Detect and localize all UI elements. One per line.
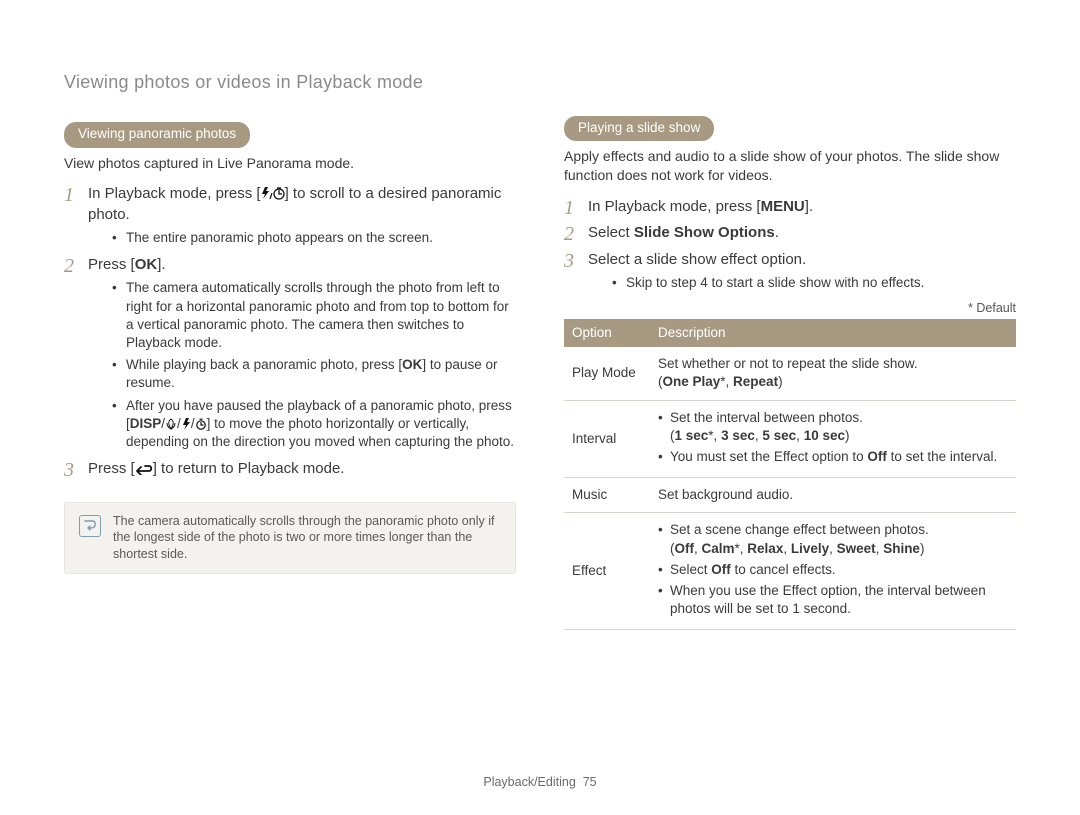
step-1: In Playback mode, press [MENU].	[564, 197, 1016, 217]
text: 1 sec	[675, 428, 709, 443]
text: Off	[675, 541, 695, 556]
step-1: In Playback mode, press [] to scroll to …	[64, 184, 516, 247]
text: Select Off to cancel effects.	[658, 561, 1008, 579]
text: (One Play*, Repeat)	[658, 374, 783, 389]
text: Lively	[791, 541, 829, 556]
text: Select	[670, 562, 711, 577]
footer-section: Playback/Editing	[483, 775, 575, 789]
text: While playing back a panoramic photo, pr…	[126, 357, 402, 372]
footer-page-num: 75	[583, 775, 597, 789]
table-row: Play Mode Set whether or not to repeat t…	[564, 347, 1016, 400]
th-description: Description	[650, 319, 1016, 347]
cell-option: Play Mode	[564, 347, 650, 400]
step-text: ].	[157, 256, 165, 273]
text: 3 sec	[721, 428, 755, 443]
text: to cancel effects.	[731, 562, 836, 577]
th-option: Option	[564, 319, 650, 347]
text: Off	[711, 562, 731, 577]
timer-icon	[195, 418, 207, 430]
text: When you use the Effect option, the inte…	[658, 582, 1008, 618]
text: Relax	[747, 541, 783, 556]
step-2: Select Slide Show Options.	[564, 223, 1016, 243]
substep: While playing back a panoramic photo, pr…	[112, 356, 516, 392]
step-text: In Playback mode, press [	[88, 185, 261, 202]
text: 5 sec	[762, 428, 796, 443]
text: Set a scene change effect between photos…	[658, 521, 1008, 557]
disp-button-label: DISP	[130, 416, 162, 431]
step-3: Select a slide show effect option. Skip …	[564, 250, 1016, 292]
table-row: Interval Set the interval between photos…	[564, 400, 1016, 478]
cell-option: Music	[564, 478, 650, 513]
flash-icon	[181, 418, 191, 430]
text: Set the interval between photos. (1 sec*…	[658, 409, 1008, 445]
step-2: Press [OK]. The camera automatically scr…	[64, 255, 516, 451]
cell-description: Set whether or not to repeat the slide s…	[650, 347, 1016, 400]
cell-option: Effect	[564, 513, 650, 630]
step-text: ].	[805, 198, 813, 215]
step-text: Press [	[88, 256, 135, 273]
default-tag: * Default	[564, 300, 1016, 317]
text: Calm	[702, 541, 735, 556]
page-footer: Playback/Editing 75	[0, 774, 1080, 791]
text: to set the interval.	[887, 449, 997, 464]
ok-button-label: OK	[402, 357, 422, 372]
substep: Skip to step 4 to start a slide show wit…	[612, 274, 1016, 292]
note-icon	[79, 515, 101, 537]
step-text: Press [	[88, 460, 135, 477]
cell-description: Set background audio.	[650, 478, 1016, 513]
cell-description: Set the interval between photos. (1 sec*…	[650, 400, 1016, 478]
section-pill-panoramic: Viewing panoramic photos	[64, 122, 250, 147]
section-pill-slideshow: Playing a slide show	[564, 116, 714, 141]
text: You must set the Effect option to Off to…	[658, 448, 1008, 466]
note-text: The camera automatically scrolls through…	[113, 513, 501, 564]
step-text: Select	[588, 224, 634, 241]
options-table: Option Description Play Mode Set whether…	[564, 319, 1016, 631]
table-row: Effect Set a scene change effect between…	[564, 513, 1016, 630]
step-text: ] to return to Playback mode.	[153, 460, 345, 477]
text: Sweet	[837, 541, 876, 556]
step-text: Select a slide show effect option.	[588, 251, 806, 268]
ok-button-label: OK	[135, 256, 158, 273]
step-bold: Slide Show Options	[634, 224, 775, 241]
back-icon	[135, 463, 153, 475]
text: Set the interval between photos.	[670, 410, 863, 425]
table-row: Music Set background audio.	[564, 478, 1016, 513]
text: Shine	[883, 541, 920, 556]
flash-timer-icon	[261, 186, 285, 200]
substep: The entire panoramic photo appears on th…	[112, 229, 516, 247]
text: Set a scene change effect between photos…	[670, 522, 929, 537]
slideshow-lead: Apply effects and audio to a slide show …	[564, 147, 1016, 185]
step-text: .	[775, 224, 779, 241]
note-box: The camera automatically scrolls through…	[64, 502, 516, 575]
step-text: In Playback mode, press [	[588, 198, 761, 215]
text: 10 sec	[804, 428, 845, 443]
text: You must set the Effect option to	[670, 449, 867, 464]
text: Off	[867, 449, 887, 464]
panoramic-lead: View photos captured in Live Panorama mo…	[64, 154, 516, 173]
cell-option: Interval	[564, 400, 650, 478]
substep: After you have paused the playback of a …	[112, 397, 516, 452]
macro-icon	[165, 418, 177, 430]
page-title: Viewing photos or videos in Playback mod…	[64, 70, 516, 94]
text: Set whether or not to repeat the slide s…	[658, 356, 918, 371]
substep: The camera automatically scrolls through…	[112, 279, 516, 352]
step-3: Press [ ] to return to Playback mode.	[64, 459, 516, 479]
menu-button-label: MENU	[761, 198, 805, 215]
cell-description: Set a scene change effect between photos…	[650, 513, 1016, 630]
